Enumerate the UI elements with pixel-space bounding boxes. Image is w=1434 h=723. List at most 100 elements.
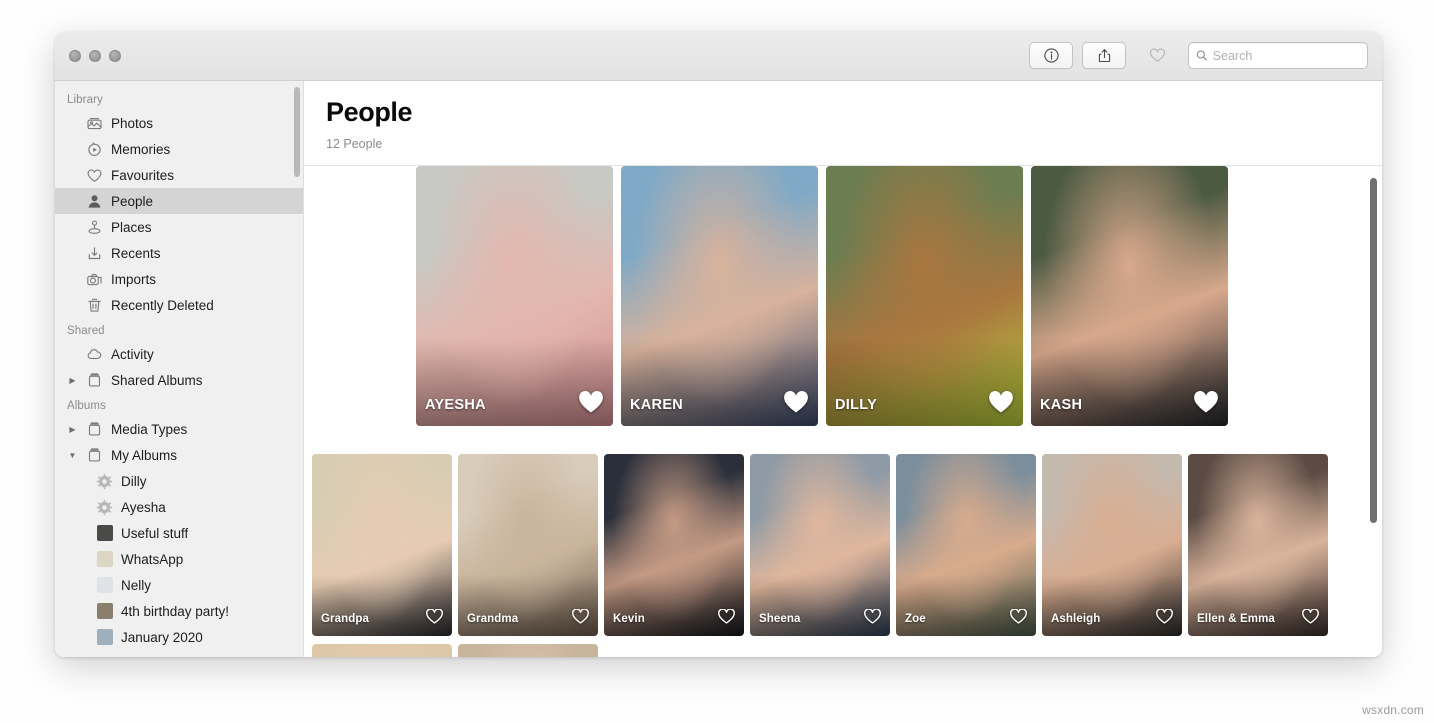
close-button[interactable] (69, 50, 81, 62)
person-photo (312, 644, 452, 657)
heart-icon (86, 167, 103, 184)
share-button[interactable] (1082, 42, 1126, 69)
chevron-right-icon[interactable]: ▶ (67, 376, 78, 385)
favourite-toggle[interactable] (864, 608, 881, 629)
sidebar-item-imports[interactable]: ▶Imports (55, 266, 303, 292)
person-tile[interactable]: Sheena (750, 454, 890, 636)
person-tile[interactable]: Grandpa (312, 454, 452, 636)
sidebar-item-people[interactable]: ▶People (55, 188, 303, 214)
sidebar-scrollbar[interactable] (294, 87, 300, 177)
sidebar-section-header: Albums (67, 400, 106, 412)
album-thumbnail-icon (96, 525, 113, 542)
favourite-toggle[interactable] (1156, 608, 1173, 629)
window-body: Library▶Photos▶Memories▶Favourites▶Peopl… (55, 81, 1382, 657)
toolbar-actions (1029, 42, 1368, 69)
gear-icon (96, 499, 113, 516)
album-thumbnail-icon (96, 577, 113, 594)
sidebar-item-media-types[interactable]: ▶ Media Types (55, 416, 303, 442)
sidebar-item-ayesha[interactable]: ▶Ayesha (55, 494, 303, 520)
desktop-background: Library▶Photos▶Memories▶Favourites▶Peopl… (0, 0, 1434, 723)
heart-outline-icon[interactable] (572, 608, 589, 624)
person-caption: Zoe (896, 608, 1036, 636)
album-thumbnail-icon (96, 629, 113, 646)
search-field[interactable] (1188, 42, 1368, 69)
heart-outline-icon[interactable] (1010, 608, 1027, 624)
content-scrollbar[interactable] (1370, 178, 1377, 523)
heart-outline-icon[interactable] (426, 608, 443, 624)
sidebar[interactable]: Library▶Photos▶Memories▶Favourites▶Peopl… (55, 81, 304, 657)
sidebar-item-label: Activity (111, 346, 154, 362)
people-count: 12 People (326, 137, 383, 151)
minimize-button[interactable] (89, 50, 101, 62)
sidebar-item-label: Nelly (121, 577, 152, 593)
chevron-right-icon[interactable]: ▶ (67, 425, 78, 434)
person-tile[interactable] (312, 644, 452, 657)
sidebar-item-memories[interactable]: ▶Memories (55, 136, 303, 162)
heart-filled-icon[interactable] (988, 391, 1014, 414)
person-tile[interactable]: Kevin (604, 454, 744, 636)
trash-icon (86, 297, 103, 314)
person-tile[interactable]: Ashleigh (1042, 454, 1182, 636)
sidebar-section-header: Shared (67, 325, 105, 337)
sidebar-item-activity[interactable]: ▶Activity (55, 341, 303, 367)
favourite-toggle[interactable] (1193, 391, 1219, 419)
sidebar-item-nelly[interactable]: ▶Nelly (55, 572, 303, 598)
sidebar-item-shared-albums[interactable]: ▶ Shared Albums (55, 367, 303, 393)
heart-outline-icon[interactable] (1302, 608, 1319, 624)
favourite-toggle[interactable] (988, 391, 1014, 419)
info-button[interactable] (1029, 42, 1073, 69)
sidebar-item-whatsapp[interactable]: ▶WhatsApp (55, 546, 303, 572)
sidebar-item-4th-birthday-party[interactable]: ▶4th birthday party! (55, 598, 303, 624)
person-name: Kevin (613, 613, 645, 625)
sidebar-item-places[interactable]: ▶Places (55, 214, 303, 240)
favourite-toggle[interactable] (578, 391, 604, 419)
people-row: AYESHA KAREN DILLY KASH (416, 166, 1228, 426)
person-tile[interactable]: KASH (1031, 166, 1228, 426)
sidebar-item-recents[interactable]: ▶Recents (55, 240, 303, 266)
heart-filled-icon[interactable] (578, 391, 604, 414)
heart-filled-icon[interactable] (783, 391, 809, 414)
favourite-toggle[interactable] (426, 608, 443, 629)
person-caption: AYESHA (416, 391, 613, 426)
person-caption: KASH (1031, 391, 1228, 426)
people-grid[interactable]: AYESHA KAREN DILLY KASH Grandpa Grandma Kevin S… (304, 166, 1382, 657)
sidebar-item-label: Memories (111, 141, 171, 157)
person-caption: Grandpa (312, 608, 452, 636)
person-tile[interactable]: Zoe (896, 454, 1036, 636)
favourite-button[interactable] (1135, 42, 1179, 69)
sidebar-item-favourites[interactable]: ▶Favourites (55, 162, 303, 188)
zoom-button[interactable] (109, 50, 121, 62)
camera-icon (86, 271, 103, 288)
person-caption: DILLY (826, 391, 1023, 426)
person-tile[interactable]: Grandma (458, 454, 598, 636)
cloud-icon (86, 346, 103, 363)
person-photo (458, 644, 598, 657)
sidebar-item-label: Recently Deleted (111, 297, 214, 313)
sidebar-item-dilly[interactable]: ▶Dilly (55, 468, 303, 494)
person-tile[interactable]: Ellen & Emma (1188, 454, 1328, 636)
favourite-toggle[interactable] (1302, 608, 1319, 629)
sidebar-item-photos[interactable]: ▶Photos (55, 110, 303, 136)
person-tile[interactable]: DILLY (826, 166, 1023, 426)
chevron-down-icon[interactable]: ▼ (67, 451, 78, 460)
person-tile[interactable]: KAREN (621, 166, 818, 426)
memories-icon (86, 141, 103, 158)
favourite-toggle[interactable] (783, 391, 809, 419)
sidebar-item-my-albums[interactable]: ▼ My Albums (55, 442, 303, 468)
heart-outline-icon[interactable] (864, 608, 881, 624)
sidebar-item-january-2020[interactable]: ▶January 2020 (55, 624, 303, 650)
sidebar-item-useful-stuff[interactable]: ▶Useful stuff (55, 520, 303, 546)
person-tile[interactable]: AYESHA (416, 166, 613, 426)
person-tile[interactable] (458, 644, 598, 657)
favourite-toggle[interactable] (572, 608, 589, 629)
heart-outline-icon[interactable] (718, 608, 735, 624)
album-thumbnail (96, 629, 113, 645)
sidebar-item-label: Useful stuff (121, 525, 189, 541)
search-input[interactable] (1212, 48, 1360, 63)
sidebar-list: Library▶Photos▶Memories▶Favourites▶Peopl… (55, 87, 303, 650)
heart-outline-icon[interactable] (1156, 608, 1173, 624)
heart-filled-icon[interactable] (1193, 391, 1219, 414)
favourite-toggle[interactable] (1010, 608, 1027, 629)
favourite-toggle[interactable] (718, 608, 735, 629)
sidebar-item-recently-deleted[interactable]: ▶Recently Deleted (55, 292, 303, 318)
